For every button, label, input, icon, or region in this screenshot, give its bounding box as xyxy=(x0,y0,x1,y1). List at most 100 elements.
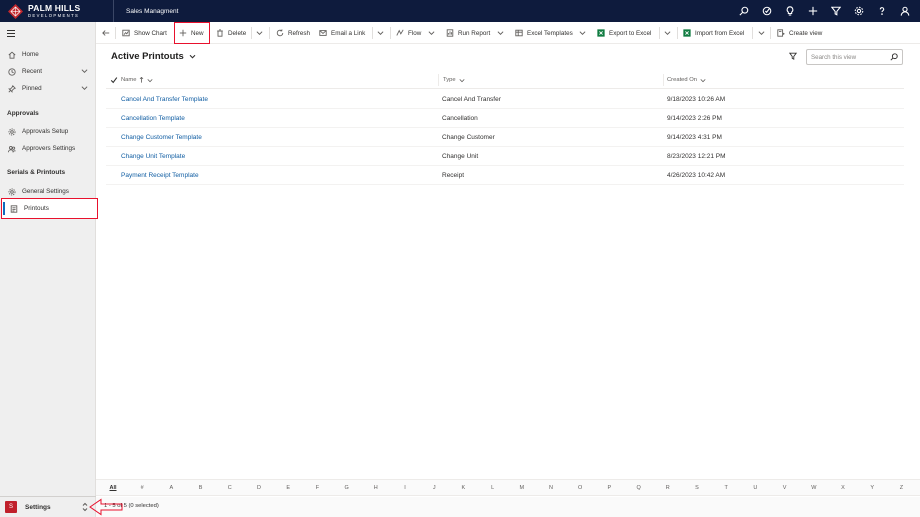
export-dropdown-button[interactable] xyxy=(664,22,671,44)
target-icon[interactable] xyxy=(755,0,778,22)
jump-filter-letter[interactable]: # xyxy=(135,480,149,496)
export-excel-button[interactable]: Export to Excel xyxy=(597,22,651,44)
jump-filter-letter[interactable]: M xyxy=(515,480,529,496)
show-chart-button[interactable]: Show Chart xyxy=(122,22,167,44)
hamburger-menu-icon[interactable] xyxy=(7,30,15,39)
filter-icon[interactable] xyxy=(824,0,847,22)
jump-filter-letter[interactable]: H xyxy=(369,480,383,496)
import-dropdown-button[interactable] xyxy=(758,22,765,44)
jump-filter-letter[interactable]: I xyxy=(398,480,412,496)
jump-filter-letter[interactable]: P xyxy=(602,480,616,496)
import-excel-button[interactable]: Import from Excel xyxy=(683,22,744,44)
jump-filter-letter[interactable]: D xyxy=(252,480,266,496)
flow-button[interactable]: Flow xyxy=(396,22,421,44)
new-button[interactable]: New xyxy=(179,22,204,44)
filter-icon[interactable] xyxy=(788,52,798,62)
record-name-link[interactable]: Payment Receipt Template xyxy=(121,166,199,185)
table-row[interactable]: Cancel And Transfer Template Cancel And … xyxy=(106,90,904,109)
delete-button[interactable]: Delete xyxy=(216,22,246,44)
app-title[interactable]: Sales Managment xyxy=(113,0,178,22)
excel-templates-dropdown-button[interactable] xyxy=(579,22,586,44)
sidebar-item-approvers-settings[interactable]: Approvers Settings xyxy=(0,140,96,157)
area-switcher[interactable]: S Settings xyxy=(0,496,96,517)
record-type: Change Customer xyxy=(442,134,495,141)
jump-filter-letter[interactable]: X xyxy=(836,480,850,496)
jump-filter-letter[interactable]: F xyxy=(310,480,324,496)
jump-filter-letter[interactable]: U xyxy=(748,480,762,496)
search-icon[interactable] xyxy=(732,0,755,22)
flow-dropdown-button[interactable] xyxy=(428,22,435,44)
chevron-down-icon xyxy=(758,31,765,35)
person-icon[interactable] xyxy=(893,0,916,22)
table-row[interactable]: Cancellation Template Cancellation 9/14/… xyxy=(106,109,904,128)
chevron-down-icon[interactable] xyxy=(81,68,88,76)
jump-filter-letter[interactable]: T xyxy=(719,480,733,496)
jump-filter-letter[interactable]: A xyxy=(164,480,178,496)
jump-filter-letter[interactable]: E xyxy=(281,480,295,496)
search-input[interactable] xyxy=(811,53,889,61)
jump-filter-letter[interactable]: B xyxy=(194,480,208,496)
table-row[interactable]: Change Unit Template Change Unit 8/23/20… xyxy=(106,147,904,166)
run-report-dropdown-button[interactable] xyxy=(497,22,504,44)
jump-filter-letter[interactable]: L xyxy=(486,480,500,496)
record-name-link[interactable]: Change Customer Template xyxy=(121,128,202,147)
select-all-checkmark-icon[interactable] xyxy=(110,76,118,86)
chevron-down-icon xyxy=(700,78,706,82)
sidebar-item-pinned[interactable]: Pinned xyxy=(0,80,96,97)
excel-icon xyxy=(683,29,691,37)
jump-filter-letter[interactable]: R xyxy=(661,480,675,496)
column-header-name[interactable]: Name xyxy=(121,72,154,88)
jump-filter-letter[interactable]: K xyxy=(456,480,470,496)
top-navigation-bar: PALM HILLS DEVELOPMENTS Sales Managment xyxy=(0,0,920,22)
jump-filter-letter[interactable]: Z xyxy=(894,480,908,496)
plus-icon[interactable] xyxy=(801,0,824,22)
delete-dropdown-button[interactable] xyxy=(256,22,263,44)
search-box[interactable] xyxy=(806,49,903,65)
email-dropdown-button[interactable] xyxy=(377,22,384,44)
sidebar-item-home[interactable]: Home xyxy=(0,46,96,63)
gear-icon[interactable] xyxy=(847,0,870,22)
show-chart-label: Show Chart xyxy=(134,29,167,37)
jump-filter-letter[interactable]: S xyxy=(690,480,704,496)
grid-header: Name Type Created On xyxy=(106,72,904,89)
sidebar-item-approvals-setup[interactable]: Approvals Setup xyxy=(0,123,96,140)
column-header-created-on[interactable]: Created On xyxy=(667,72,706,88)
jump-filter-letter[interactable]: N xyxy=(544,480,558,496)
record-name-link[interactable]: Cancel And Transfer Template xyxy=(121,90,208,109)
excel-templates-label: Excel Templates xyxy=(527,29,573,37)
run-report-button[interactable]: Run Report xyxy=(446,22,490,44)
jump-filter-letter[interactable]: Y xyxy=(865,480,879,496)
chevron-down-icon[interactable] xyxy=(81,85,88,93)
jump-filter-letter[interactable]: C xyxy=(223,480,237,496)
email-link-label: Email a Link xyxy=(331,29,366,37)
pin-icon xyxy=(7,84,16,93)
lightbulb-icon[interactable] xyxy=(778,0,801,22)
command-bar: Show Chart New Delete Refresh Email a Li… xyxy=(96,22,920,44)
jump-filter-letter[interactable]: G xyxy=(340,480,354,496)
view-selector[interactable]: Active Printouts xyxy=(111,51,196,62)
record-type: Receipt xyxy=(442,172,465,179)
record-name-link[interactable]: Cancellation Template xyxy=(121,109,185,128)
chart-icon xyxy=(122,29,130,37)
table-row[interactable]: Payment Receipt Template Receipt 4/26/20… xyxy=(106,166,904,185)
jump-filter-all[interactable]: All xyxy=(106,480,120,496)
sidebar-item-recent[interactable]: Recent xyxy=(0,63,96,80)
record-name-link[interactable]: Change Unit Template xyxy=(121,147,185,166)
help-icon[interactable] xyxy=(870,0,893,22)
email-link-button[interactable]: Email a Link xyxy=(319,22,365,44)
jump-filter-letter[interactable]: Q xyxy=(632,480,646,496)
table-row[interactable]: Change Customer Template Change Customer… xyxy=(106,128,904,147)
back-button[interactable] xyxy=(102,22,114,44)
column-header-type[interactable]: Type xyxy=(443,72,465,88)
jump-filter-letter[interactable]: J xyxy=(427,480,441,496)
company-logo[interactable]: PALM HILLS DEVELOPMENTS xyxy=(0,0,101,22)
refresh-button[interactable]: Refresh xyxy=(276,22,310,44)
jump-filter-letter[interactable]: W xyxy=(807,480,821,496)
excel-templates-button[interactable]: Excel Templates xyxy=(515,22,573,44)
search-icon[interactable] xyxy=(890,53,898,63)
create-view-button[interactable]: Create view xyxy=(777,22,822,44)
jump-filter-letter[interactable]: O xyxy=(573,480,587,496)
sidebar-item-printouts[interactable]: Printouts xyxy=(1,198,98,219)
record-type: Change Unit xyxy=(442,153,479,160)
jump-filter-letter[interactable]: V xyxy=(778,480,792,496)
